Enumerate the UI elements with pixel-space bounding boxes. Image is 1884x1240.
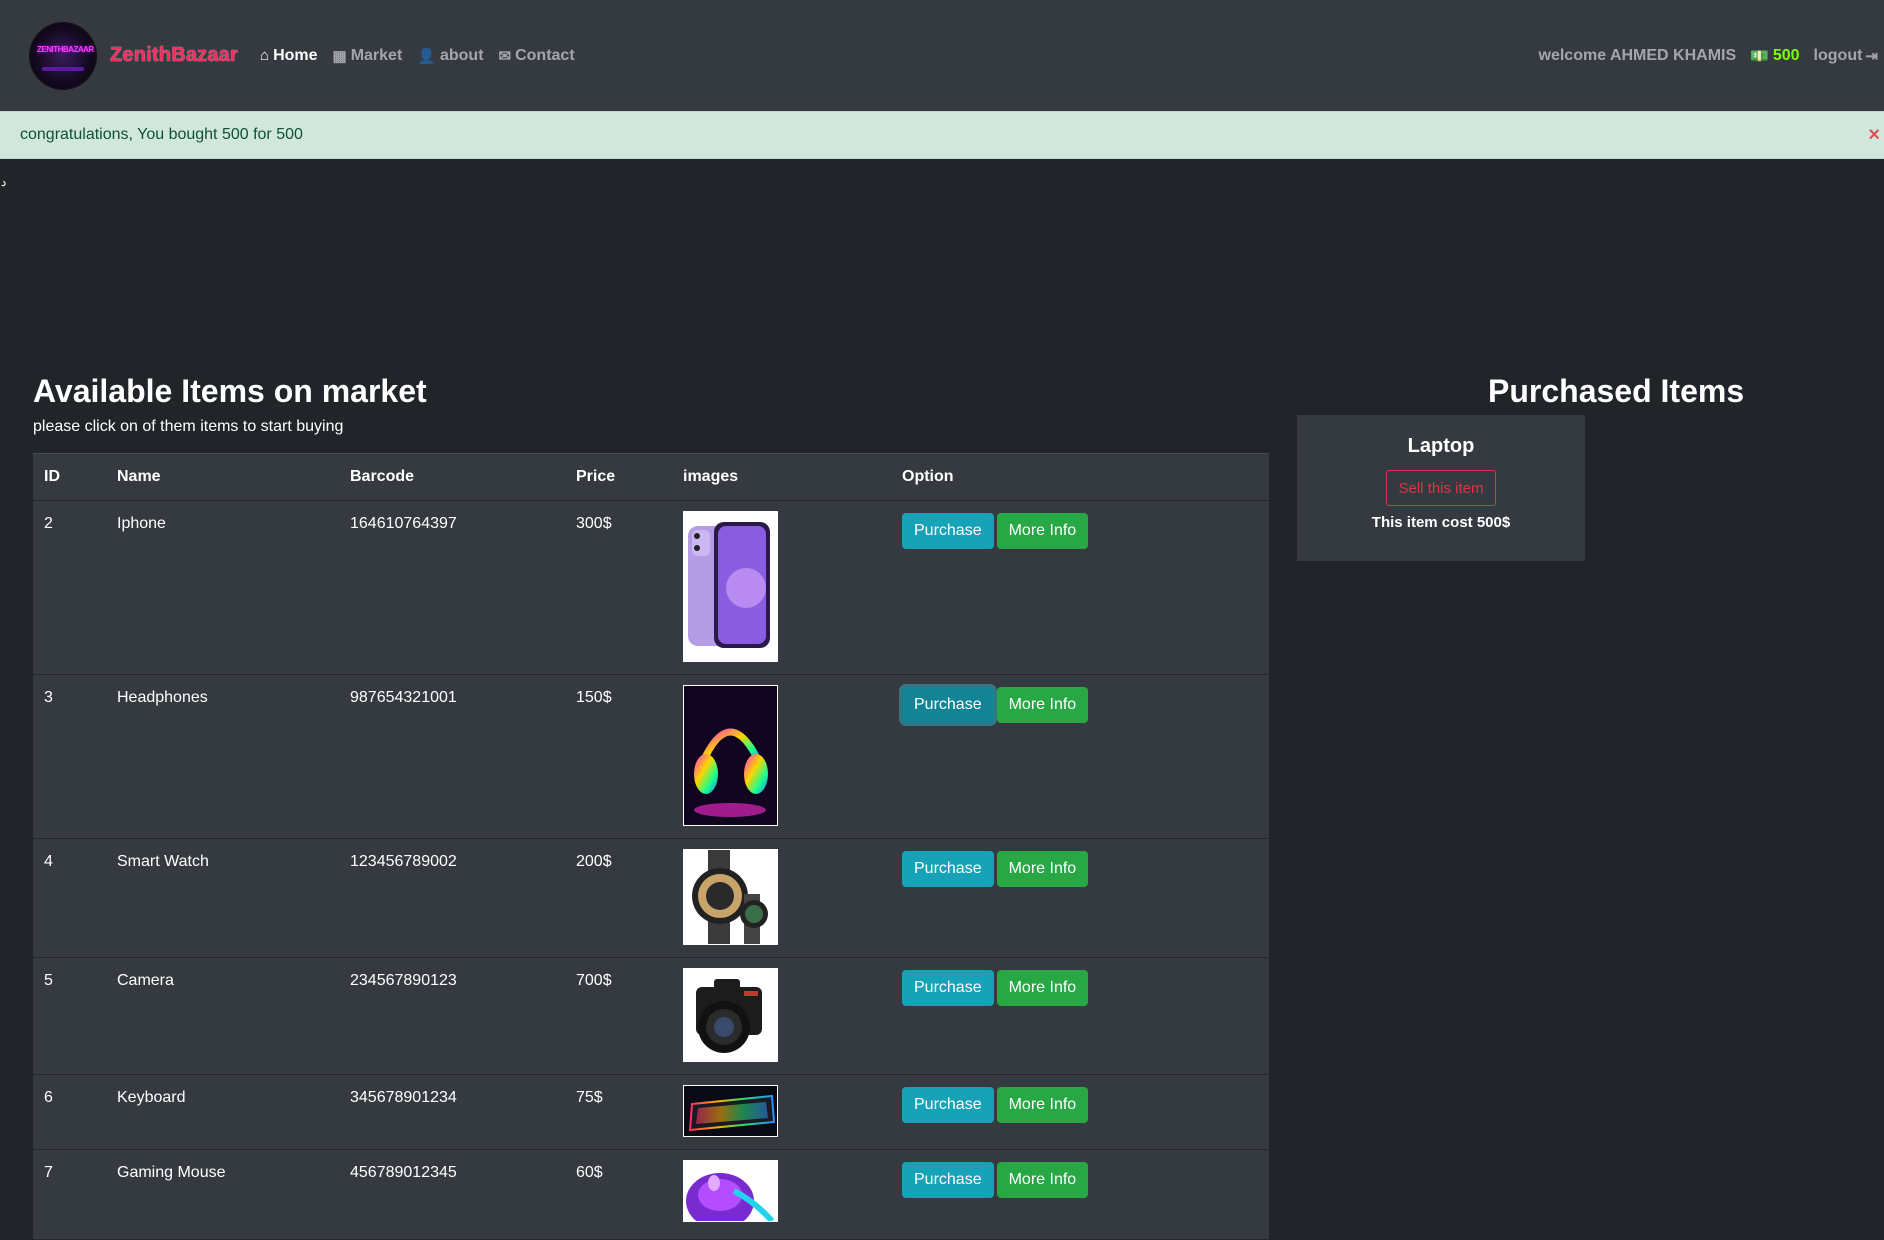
market-subtitle: please click on of them items to start b… <box>33 418 344 435</box>
budget-display: 💵 500 <box>1750 47 1799 65</box>
sign-out-icon: ⇥ <box>1865 47 1878 65</box>
stray-character: د <box>1 175 7 189</box>
product-image-headphones[interactable] <box>683 685 778 826</box>
cell-id: 2 <box>33 500 106 675</box>
envelope-icon: ✉ <box>498 47 512 65</box>
cell-name: Camera <box>106 957 339 1075</box>
cell-id: 6 <box>33 1074 106 1150</box>
purchase-button[interactable]: Purchase <box>902 513 994 549</box>
cell-barcode: 123456789002 <box>339 838 565 958</box>
table-row: 2 Iphone 164610764397 300$ Purchase More… <box>33 500 1269 675</box>
product-image-camera[interactable] <box>683 968 778 1062</box>
nav-contact[interactable]: ✉ Contact <box>499 47 575 65</box>
cell-barcode: 345678901234 <box>339 1074 565 1150</box>
nav-about[interactable]: 👤 about <box>417 47 483 65</box>
cell-id: 5 <box>33 957 106 1075</box>
navbar: ZENITHBAZAAR ZenithBazaar ⌂ Home ▦ Marke… <box>0 0 1884 111</box>
cell-name: Headphones <box>106 674 339 839</box>
sell-item-button[interactable]: Sell this item <box>1386 470 1496 506</box>
cell-barcode: 456789012345 <box>339 1149 565 1240</box>
budget-value: 500 <box>1772 46 1800 64</box>
cell-price: 150$ <box>565 674 672 839</box>
product-image-gaming-mouse[interactable] <box>683 1160 778 1222</box>
cell-name: Smart Watch <box>106 838 339 958</box>
table-row: 4 Smart Watch 123456789002 200$ Purchase… <box>33 838 1269 958</box>
home-icon: ⌂ <box>260 47 270 64</box>
cell-name: Iphone <box>106 500 339 675</box>
logo-text: ZENITHBAZAAR <box>37 44 94 54</box>
purchase-button[interactable]: Purchase <box>902 970 994 1006</box>
cell-price: 700$ <box>565 957 672 1075</box>
column-header-barcode: Barcode <box>339 453 565 501</box>
brand-name[interactable]: ZenithBazaar <box>110 44 238 67</box>
cell-id: 4 <box>33 838 106 958</box>
success-alert: congratulations, You bought 500 for 500 … <box>0 111 1884 159</box>
market-title: Available Items on market <box>33 373 427 409</box>
purchased-item-card: Laptop Sell this item This item cost 500… <box>1297 415 1585 561</box>
purchase-button[interactable]: Purchase <box>902 1087 994 1123</box>
purchase-button[interactable]: Purchase <box>902 851 994 887</box>
cell-id: 7 <box>33 1149 106 1240</box>
welcome-text: welcome AHMED KHAMIS <box>1538 46 1737 64</box>
more-info-button[interactable]: More Info <box>996 1162 1089 1198</box>
table-row: 5 Camera 234567890123 700$ Purchase More… <box>33 957 1269 1075</box>
purchased-title: Purchased Items <box>1488 373 1745 409</box>
nav-links: ⌂ Home ▦ Market 👤 about ✉ Contact <box>260 47 590 65</box>
cell-price: 300$ <box>565 500 672 675</box>
cell-price: 75$ <box>565 1074 672 1150</box>
table-header-row: ID Name Barcode Price images Option <box>33 453 1269 501</box>
cell-price: 200$ <box>565 838 672 958</box>
alert-close-button[interactable]: × <box>1868 124 1880 147</box>
site-logo[interactable]: ZENITHBAZAAR <box>30 22 96 89</box>
logout-link[interactable]: logout ⇥ <box>1814 47 1878 65</box>
nav-user-area: welcome AHMED KHAMIS 💵 500 logout ⇥ <box>1539 0 1879 111</box>
alert-message: congratulations, You bought 500 for 500 <box>20 126 303 143</box>
table-row: 6 Keyboard 345678901234 75$ Purchase Mor… <box>33 1074 1269 1150</box>
cell-barcode: 164610764397 <box>339 500 565 675</box>
purchased-item-cost: This item cost 500$ <box>1371 514 1511 531</box>
product-image-iphone[interactable] <box>683 511 778 662</box>
more-info-button[interactable]: More Info <box>996 970 1089 1006</box>
more-info-button[interactable]: More Info <box>996 687 1089 723</box>
product-image-keyboard[interactable] <box>683 1085 778 1137</box>
column-header-price: Price <box>565 453 672 501</box>
cell-id: 3 <box>33 674 106 839</box>
cell-price: 60$ <box>565 1149 672 1240</box>
purchased-item-name: Laptop <box>1407 435 1475 457</box>
table-row: 3 Headphones 987654321001 150$ Purchase … <box>33 674 1269 839</box>
column-header-images: images <box>672 453 891 501</box>
cell-name: Keyboard <box>106 1074 339 1150</box>
more-info-button[interactable]: More Info <box>996 851 1089 887</box>
more-info-button[interactable]: More Info <box>996 513 1089 549</box>
table-row: 7 Gaming Mouse 456789012345 60$ Purchase… <box>33 1149 1269 1240</box>
column-header-name: Name <box>106 453 339 501</box>
column-header-option: Option <box>891 453 1269 501</box>
cell-barcode: 234567890123 <box>339 957 565 1075</box>
user-icon: 👤 <box>417 47 436 65</box>
money-icon: 💵 <box>1750 47 1769 65</box>
nav-home[interactable]: ⌂ Home <box>260 47 318 65</box>
column-header-id: ID <box>33 453 106 501</box>
table-icon: ▦ <box>332 47 347 65</box>
product-image-smart-watch[interactable] <box>683 849 778 945</box>
market-table: ID Name Barcode Price images Option 2 Ip… <box>33 453 1269 1240</box>
cell-barcode: 987654321001 <box>339 674 565 839</box>
more-info-button[interactable]: More Info <box>996 1087 1089 1123</box>
cell-name: Gaming Mouse <box>106 1149 339 1240</box>
purchase-button[interactable]: Purchase <box>902 687 994 723</box>
nav-market[interactable]: ▦ Market <box>333 47 403 65</box>
purchase-button[interactable]: Purchase <box>902 1162 994 1198</box>
